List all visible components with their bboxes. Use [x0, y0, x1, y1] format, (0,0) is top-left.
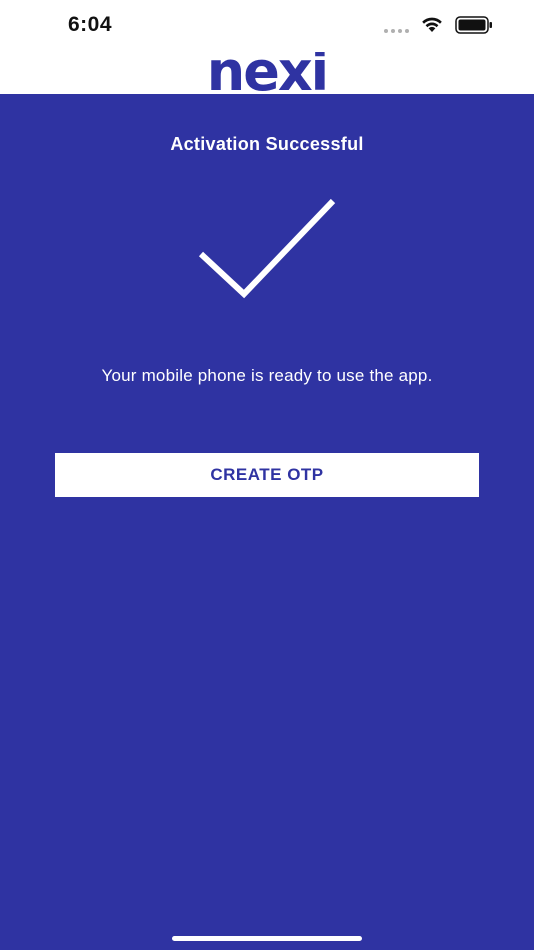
- app-header: nexi: [0, 52, 534, 94]
- signal-icon: [384, 29, 409, 33]
- home-indicator[interactable]: [172, 936, 362, 941]
- checkmark-icon: [198, 198, 336, 299]
- success-message: Your mobile phone is ready to use the ap…: [101, 366, 433, 385]
- page-title: Activation Successful: [170, 134, 364, 154]
- nexi-logo: nexi: [207, 52, 329, 94]
- battery-icon: [455, 16, 492, 34]
- status-bar: 6:04: [0, 0, 534, 52]
- status-time: 6:04: [68, 13, 113, 36]
- create-otp-button[interactable]: CREATE OTP: [55, 453, 479, 497]
- wifi-icon: [422, 17, 442, 32]
- svg-text:nexi: nexi: [207, 52, 327, 94]
